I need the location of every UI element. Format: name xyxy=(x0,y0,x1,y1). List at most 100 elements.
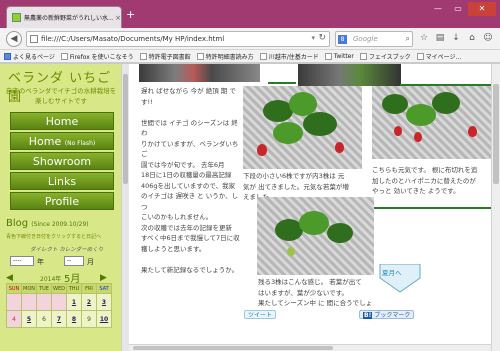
sidebar-scroll-thumb[interactable] xyxy=(123,74,128,184)
weekday-cell: SAT xyxy=(96,283,112,294)
calendar-day-link[interactable]: 7 xyxy=(51,310,67,328)
home-icon[interactable]: ⌂ xyxy=(466,32,478,44)
bookmark-item[interactable]: 川越市/住基カード xyxy=(259,52,319,61)
bookmark-page-icon xyxy=(259,52,267,60)
leaf-shape xyxy=(299,211,329,235)
year-select[interactable]: ---- xyxy=(10,256,34,266)
hatena-bookmark-button[interactable]: B! ブックマーク xyxy=(359,310,415,319)
bookmark-item[interactable]: よく見るページ xyxy=(4,52,55,61)
tweet-button[interactable]: ツイート xyxy=(244,310,277,319)
calendar-year: 2014年 xyxy=(40,276,62,283)
calendar-day-link[interactable]: 3 xyxy=(96,293,112,311)
unripe-strawberry-shape xyxy=(287,247,295,256)
leaf-shape xyxy=(432,92,460,114)
star-icon[interactable]: ☆ xyxy=(418,32,430,44)
browser-tab[interactable]: 無農薬の新鮮野菜がうれしい水... × xyxy=(6,6,122,28)
bookmark-page-icon xyxy=(359,52,367,60)
weekday-cell: WED xyxy=(51,283,67,294)
calendar-day-link[interactable]: 10 xyxy=(96,310,112,328)
bookmark-item[interactable]: 特許明細書読み方 xyxy=(196,52,254,61)
bookmark-item[interactable]: Firefox を使いこなそう xyxy=(60,52,134,61)
bookmark-list-icon[interactable]: ▤ xyxy=(434,32,446,44)
bookmark-page-icon xyxy=(139,52,147,60)
calendar-day-link[interactable]: 5 xyxy=(21,310,37,328)
url-bar[interactable]: file:///C:/Users/Masato/Documents/My HP/… xyxy=(26,31,330,47)
horizontal-scroll-thumb[interactable] xyxy=(133,346,333,350)
strawberry-photo-3 xyxy=(257,197,374,275)
bookmark-item[interactable]: フェイスブック xyxy=(359,52,411,61)
minimize-button[interactable]: — xyxy=(428,2,448,16)
bookmarks-toolbar: よく見るページ Firefox を使いこなそう 特許電子図書館 特許明細書読み方… xyxy=(0,50,500,63)
calendar-day-link[interactable]: 1 xyxy=(66,293,82,311)
back-icon[interactable]: ◀ xyxy=(6,31,22,47)
strawberry-photo-2 xyxy=(372,86,491,159)
strawberry-shape xyxy=(394,126,402,136)
leaf-shape xyxy=(303,112,337,136)
month-select[interactable]: -- xyxy=(64,256,84,266)
bookmark-page-icon xyxy=(416,52,424,60)
calendar-day xyxy=(36,293,52,311)
leaf-shape xyxy=(327,223,353,243)
search-engine-icon[interactable]: 8 xyxy=(338,35,347,44)
calendar-weekday-row: SUN MON TUE WED THU FRI SAT xyxy=(6,283,112,294)
bookmark-page-icon xyxy=(60,52,68,60)
page-scrollbar[interactable] xyxy=(491,64,500,351)
calendar-direct-label: ダイレクト カレンダーめくり xyxy=(30,247,104,253)
dropdown-icon[interactable]: ▾ xyxy=(311,34,315,42)
bookmark-page-icon xyxy=(324,52,332,60)
weekday-cell: TUE xyxy=(36,283,52,294)
tab-close-icon[interactable]: × xyxy=(115,14,121,22)
page-icon xyxy=(30,35,38,43)
download-icon[interactable]: ↓ xyxy=(450,32,462,44)
month-select-label: 月 xyxy=(87,258,94,266)
leaf-shape xyxy=(382,94,408,114)
close-window-button[interactable]: ✕ xyxy=(468,2,496,16)
weekday-cell: FRI xyxy=(81,283,97,294)
menu-home-noflash-button[interactable]: Home (No Flash) xyxy=(10,132,114,150)
calendar-week-row: 1 2 3 xyxy=(6,293,112,311)
menu-profile-button[interactable]: Profile xyxy=(10,192,114,210)
new-tab-button[interactable]: + xyxy=(126,9,135,20)
sidebar-scrollbar[interactable] xyxy=(121,64,129,351)
chat-icon[interactable]: ☺ xyxy=(482,32,494,44)
weekday-cell: THU xyxy=(66,283,82,294)
calendar-day xyxy=(21,293,37,311)
weekday-cell: SUN xyxy=(6,283,22,294)
calendar-day-link[interactable]: 2 xyxy=(81,293,97,311)
blog-text: 遅れ ばせながら 今が 絶頂 期 です!! 世間では イチゴ のシーズンは 終わ… xyxy=(141,87,240,274)
site-tagline: 自宅のベランダでイチゴの水耕栽培を楽しむサイトです xyxy=(5,87,117,105)
calendar-prev-icon[interactable]: ◀ xyxy=(6,273,13,283)
calendar-day-link[interactable]: 8 xyxy=(66,310,82,328)
top-right-photo xyxy=(298,64,401,86)
bookmark-item[interactable]: Twitter xyxy=(324,52,354,60)
divider-line xyxy=(372,207,491,209)
favicon-icon xyxy=(12,13,21,22)
reload-icon[interactable]: ↻ xyxy=(318,33,326,43)
strawberry-shape xyxy=(335,142,344,153)
bookmark-item[interactable]: マイページ... xyxy=(416,52,461,61)
calendar-next-icon[interactable]: ▶ xyxy=(100,273,107,283)
blog-heading: Blog (Since 2009.10/29) xyxy=(6,218,89,229)
photo-caption-3: 残る3株はこんな感じ。 若葉が出て はいますが、葉が少ないです。 果たしてシーズ… xyxy=(258,278,373,307)
maximize-button[interactable]: ▭ xyxy=(448,2,468,16)
page-scroll-thumb[interactable] xyxy=(493,84,499,184)
url-text: file:///C:/Users/Masato/Documents/My HP/… xyxy=(41,35,225,43)
calendar-table: SUN MON TUE WED THU FRI SAT 1 2 3 4 5 6 xyxy=(6,283,112,328)
menu-showroom-button[interactable]: Showroom xyxy=(10,152,114,170)
window-controls: — ▭ ✕ xyxy=(428,2,496,16)
menu-home-button[interactable]: Home xyxy=(10,112,114,130)
calendar-day xyxy=(51,293,67,311)
bookmark-item[interactable]: 特許電子図書館 xyxy=(139,52,191,61)
weekday-cell: MON xyxy=(21,283,37,294)
calendar-week-row: 4 5 6 7 8 9 10 xyxy=(6,310,112,328)
page-viewport: ベランダ いちご園 自宅のベランダでイチゴの水耕栽培を楽しむサイトです Home… xyxy=(0,64,500,351)
menu-links-button[interactable]: Links xyxy=(10,172,114,190)
horizontal-scrollbar[interactable] xyxy=(129,344,491,351)
bookmark-page-icon xyxy=(196,52,204,60)
search-bar[interactable]: 8 Google ⌕ xyxy=(335,31,413,47)
tab-title: 無農薬の新鮮野菜がうれしい水... xyxy=(24,15,114,22)
search-icon[interactable]: ⌕ xyxy=(406,34,410,44)
next-month-link[interactable]: 夏月へ xyxy=(378,263,422,294)
leaf-shape xyxy=(273,122,303,144)
leaf-shape xyxy=(406,104,436,126)
